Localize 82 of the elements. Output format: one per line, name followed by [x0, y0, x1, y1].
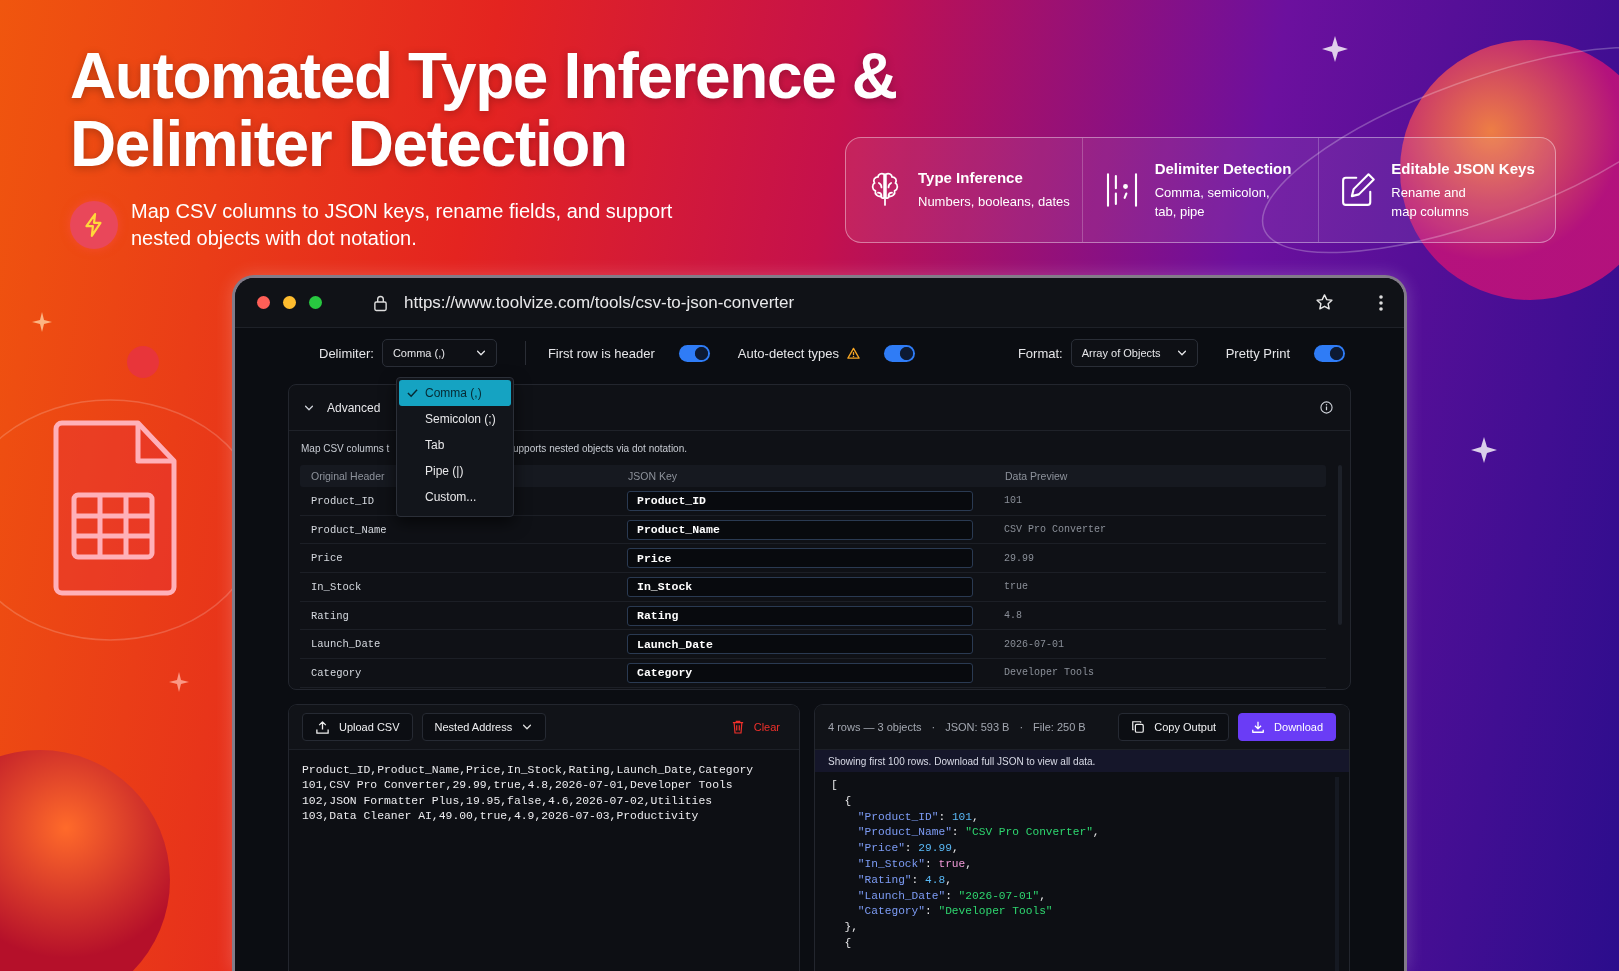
- copy-button[interactable]: Copy Output: [1118, 713, 1230, 741]
- column-header: Original Header: [311, 470, 385, 482]
- menu-option[interactable]: Tab: [399, 432, 511, 458]
- clear-button[interactable]: Clear: [731, 720, 780, 734]
- control-label: Delimiter:: [319, 345, 374, 361]
- separator-dot: ·: [931, 721, 936, 733]
- upload-icon: [315, 719, 330, 735]
- input-field[interactable]: Launch_Date: [627, 634, 973, 655]
- notice-text: Showing first 100 rows. Download full JSON to view all data.: [828, 755, 1096, 767]
- toggle-switch[interactable]: [1314, 344, 1345, 362]
- table-cell: 2026-07-01: [1004, 638, 1064, 650]
- checkmark-icon: [407, 388, 418, 398]
- lightning-icon: [70, 201, 118, 249]
- feature-text: Rename and map columns: [1391, 183, 1470, 221]
- trash-icon: [731, 720, 744, 734]
- input-field[interactable]: Product_Name: [627, 519, 973, 540]
- table-cell: Category: [311, 666, 362, 679]
- table-cell: Developer Tools: [1004, 667, 1094, 679]
- column-header: JSON Key: [628, 470, 677, 482]
- table-cell: CSV Pro Converter: [1004, 524, 1107, 536]
- table-cell: Product_ID: [311, 494, 374, 507]
- sparkle-icon: [169, 672, 189, 692]
- info-icon[interactable]: [1320, 401, 1333, 414]
- control-label: Pretty Print: [1225, 345, 1290, 361]
- spreadsheet-file-icon: [53, 420, 177, 596]
- lock-icon: [373, 293, 388, 312]
- csv-input-field[interactable]: Product_ID,Product_Name,Price,In_Stock,Rating,Launch_Date,Category 101,CSV Pro Converter,29.99,true,4.8,2026-07-01,Developer Tools 102,JSON Formatter Plus,19.95,false,4.6,2026-07-02,Utilities 103,Data Cleaner AI,49.00,true,4.9,2026-07-03,Productivity: [289, 750, 799, 838]
- toggle-switch[interactable]: [678, 344, 710, 362]
- sparkle-icon: [1322, 36, 1348, 62]
- sparkle-icon: [1471, 437, 1497, 463]
- close-button[interactable]: [257, 296, 270, 309]
- menu-option[interactable]: Pipe (|): [399, 458, 511, 484]
- feature-title: Delimiter Detection: [1154, 159, 1292, 177]
- maximize-button[interactable]: [309, 296, 322, 309]
- input-field[interactable]: Rating: [627, 605, 973, 626]
- menu-option[interactable]: Semicolon (;): [399, 406, 511, 432]
- address-field[interactable]: https://www.toolvize.com/tools/csv-to-json-converter: [404, 292, 795, 313]
- column-header: Data Preview: [1005, 470, 1068, 482]
- table-cell: Product_Name: [311, 523, 387, 536]
- input-field[interactable]: In_Stock: [627, 576, 973, 597]
- download-icon: [1251, 720, 1266, 734]
- sparkle-icon: [32, 312, 52, 332]
- input-field[interactable]: Category: [627, 662, 973, 683]
- table-cell: true: [1004, 581, 1028, 593]
- panel-title: Advanced: [327, 400, 381, 415]
- feature-text: Numbers, booleans, dates: [918, 193, 1070, 211]
- table-cell: Launch_Date: [311, 638, 381, 651]
- toggle-switch[interactable]: [884, 344, 915, 362]
- control-label: Auto-detect types: [737, 345, 839, 361]
- planet: [127, 346, 159, 378]
- hint-text: upports nested objects via dot notation.: [513, 442, 687, 454]
- table-cell: Price: [311, 552, 343, 565]
- table-cell: In_Stock: [311, 580, 362, 593]
- more-menu-icon[interactable]: [1378, 293, 1384, 312]
- stat-text: File: 250 B: [1033, 721, 1086, 733]
- table-cell: 29.99: [1004, 552, 1034, 564]
- stat-text: JSON: 593 B: [945, 721, 1010, 733]
- menu-option[interactable]: Custom...: [399, 484, 511, 510]
- subtitle: Map CSV columns to JSON keys, rename fields, and support nested objects with dot notation.: [131, 199, 674, 251]
- sample-select[interactable]: Nested Address: [421, 713, 547, 741]
- input-field[interactable]: Product_ID: [627, 490, 973, 511]
- download-button[interactable]: Download: [1238, 713, 1336, 741]
- headline: Automated Type Inference & Delimiter Detection: [70, 42, 897, 178]
- table-cell: Rating: [311, 609, 349, 622]
- json-output: [ { "Product_ID": 101, "Product_Name": "CSV Pro Converter", "Price": 29.99, "In_Stock": true, "Rating": 4.8, "Launch_Date": "2026-07-01", "Category": "Developer Tools" }, {: [830, 778, 1101, 951]
- menu-option[interactable]: Comma (,): [399, 380, 511, 406]
- table-cell: 4.8: [1004, 610, 1022, 622]
- control-label: Format:: [1017, 345, 1063, 361]
- stat-text: 4 rows — 3 objects: [828, 721, 922, 733]
- minimize-button[interactable]: [283, 296, 296, 309]
- feature-title: Type Inference: [918, 169, 1023, 186]
- hint-text: Map CSV columns t: [301, 442, 390, 454]
- table-cell: 101: [1004, 495, 1022, 507]
- input-field[interactable]: Price: [627, 548, 973, 569]
- separator-dot: ·: [1019, 721, 1024, 733]
- copy-icon: [1131, 720, 1146, 734]
- dropdown-select[interactable]: Array of Objects: [1070, 339, 1198, 367]
- dropdown-select[interactable]: Comma (,): [381, 339, 497, 367]
- upload-button[interactable]: Upload CSV: [302, 713, 413, 741]
- feature-text: Comma, semicolon, tab, pipe: [1154, 183, 1271, 221]
- control-label: First row is header: [547, 345, 655, 361]
- bookmark-star-icon[interactable]: [1315, 293, 1334, 312]
